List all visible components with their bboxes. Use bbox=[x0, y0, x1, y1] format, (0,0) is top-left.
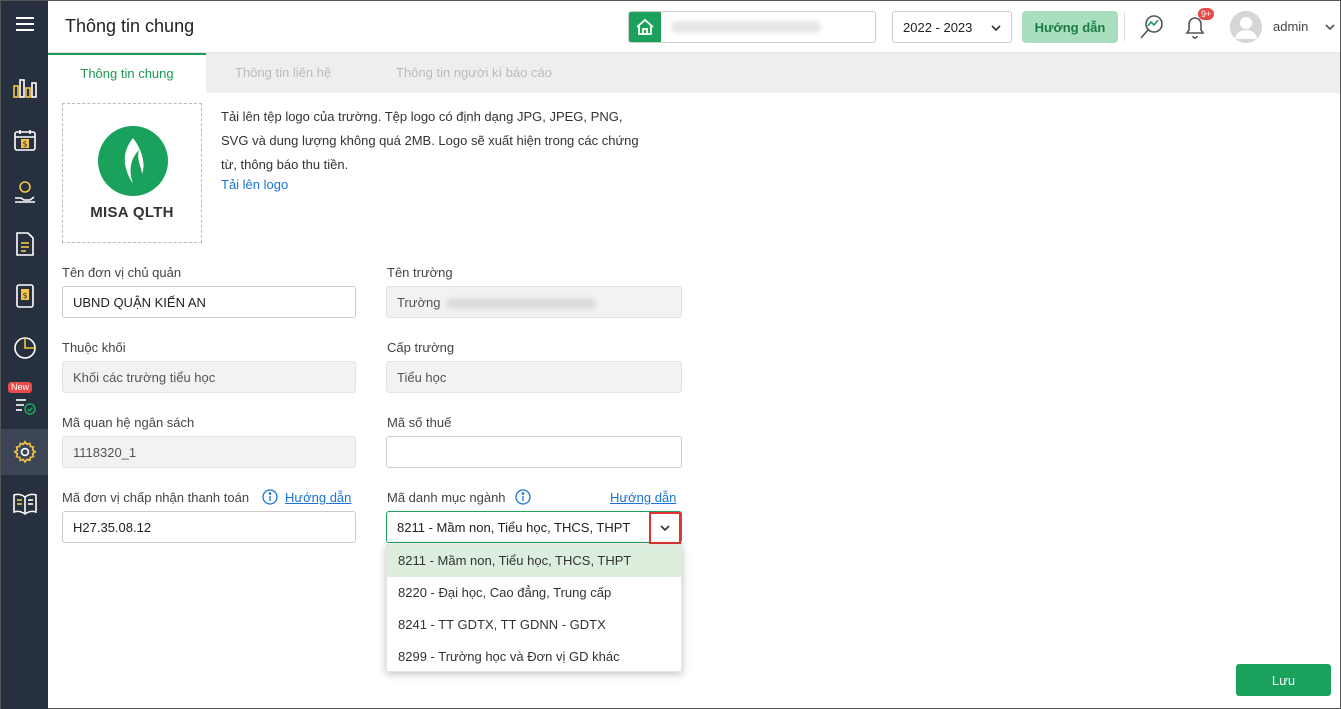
sidebar-item-new-feature[interactable]: New bbox=[1, 377, 48, 423]
checklist-new-icon bbox=[15, 399, 36, 415]
chevron-down-icon bbox=[660, 525, 670, 532]
upload-logo-link[interactable]: Tải lên logo bbox=[221, 177, 288, 192]
sidebar-item-documents[interactable] bbox=[1, 221, 48, 267]
chevron-down-icon bbox=[991, 25, 1001, 32]
info-icon[interactable] bbox=[262, 489, 278, 505]
notification-badge: 9+ bbox=[1198, 8, 1215, 20]
ten-truong-value: Trường bbox=[397, 295, 441, 310]
sidebar-item-dashboard[interactable] bbox=[1, 65, 48, 111]
info-icon[interactable] bbox=[515, 489, 531, 505]
label-ma-danh-muc-nganh: Mã danh mục ngành bbox=[387, 490, 506, 505]
dropdown-option[interactable]: 8241 - TT GDTX, TT GDNN - GDTX bbox=[387, 609, 681, 641]
tab-bar: Thông tin chung Thông tin liên hệ Thông … bbox=[48, 53, 1340, 93]
school-name-blurred bbox=[671, 21, 821, 33]
dropdown-option[interactable]: 8220 - Đại học, Cao đẳng, Trung cấp bbox=[387, 577, 681, 609]
sidebar-item-settings[interactable] bbox=[1, 429, 48, 475]
label-don-vi-chu-quan: Tên đơn vị chủ quản bbox=[62, 265, 182, 280]
svg-text:$: $ bbox=[22, 291, 27, 300]
misa-logo-image bbox=[98, 126, 168, 196]
dropdown-toggle-button[interactable] bbox=[649, 512, 681, 544]
money-hand-icon bbox=[14, 181, 35, 203]
document-icon bbox=[15, 232, 34, 256]
ma-quan-he-ngan-sach-input: 1118320_1 bbox=[62, 436, 356, 468]
gear-icon bbox=[12, 440, 37, 464]
ma-danh-muc-nganh-select[interactable]: 8211 - Mầm non, Tiểu học, THCS, THPT bbox=[386, 511, 682, 543]
sidebar-item-reports[interactable] bbox=[1, 325, 48, 371]
top-header: Thông tin chung 2022 - 2023 Hướng dẫn 9+… bbox=[48, 1, 1340, 53]
analytics-search-icon[interactable] bbox=[1138, 13, 1166, 41]
hamburger-icon bbox=[15, 17, 34, 31]
payment-guide-link[interactable]: Hướng dẫn bbox=[285, 490, 351, 505]
ma-don-vi-thanh-toan-input[interactable]: H27.35.08.12 bbox=[62, 511, 356, 543]
dropdown-option[interactable]: 8211 - Mầm non, Tiểu học, THCS, THPT bbox=[387, 545, 681, 577]
label-cap-truong: Cấp trường bbox=[387, 340, 455, 355]
sidebar-item-collections[interactable] bbox=[1, 169, 48, 215]
logo-description: Tải lên tệp logo của trường. Tệp logo có… bbox=[221, 109, 639, 172]
avatar[interactable] bbox=[1230, 11, 1262, 43]
logo-brand-text: MISA QLTH bbox=[90, 204, 174, 221]
header-divider bbox=[1124, 13, 1125, 41]
ten-truong-input: Trường bbox=[386, 286, 682, 318]
chart-bars-icon bbox=[12, 79, 37, 98]
cap-truong-input: Tiểu học bbox=[386, 361, 682, 393]
school-home-icon bbox=[629, 12, 661, 42]
label-ma-so-thue: Mã số thuế bbox=[387, 415, 452, 430]
pie-chart-icon bbox=[13, 337, 36, 359]
guide-button[interactable]: Hướng dẫn bbox=[1022, 11, 1118, 43]
new-badge: New bbox=[8, 382, 33, 393]
label-ten-truong: Tên trường bbox=[387, 265, 453, 280]
ma-so-thue-input[interactable] bbox=[386, 436, 682, 468]
menu-toggle-button[interactable] bbox=[1, 1, 48, 47]
page-title: Thông tin chung bbox=[65, 16, 195, 36]
sidebar-item-fees[interactable]: $ bbox=[1, 117, 48, 163]
dropdown-option[interactable]: 8299 - Trường học và Đơn vị GD khác bbox=[387, 641, 681, 673]
industry-dropdown-list: 8211 - Mầm non, Tiểu học, THCS, THPT 822… bbox=[386, 544, 682, 672]
money-book-icon: $ bbox=[15, 284, 34, 308]
label-thuoc-khoi: Thuộc khối bbox=[62, 340, 126, 355]
book-open-icon bbox=[12, 493, 37, 515]
tab-contact-info[interactable]: Thông tin liên hệ bbox=[235, 53, 331, 93]
sidebar-item-ledger[interactable]: $ bbox=[1, 273, 48, 319]
tab-report-signer-info[interactable]: Thông tin người kí báo cáo bbox=[396, 53, 552, 93]
school-year-select[interactable]: 2022 - 2023 bbox=[892, 11, 1012, 43]
chevron-down-icon[interactable] bbox=[1324, 21, 1336, 33]
industry-guide-link[interactable]: Hướng dẫn bbox=[610, 490, 676, 505]
sidebar-item-help[interactable] bbox=[1, 481, 48, 527]
school-year-value: 2022 - 2023 bbox=[903, 20, 973, 35]
ten-truong-blurred bbox=[446, 298, 597, 310]
calendar-money-icon: $ bbox=[13, 130, 36, 151]
label-ma-don-vi-thanh-toan: Mã đơn vị chấp nhận thanh toán bbox=[62, 490, 250, 505]
label-ma-quan-he-ngan-sach: Mã quan hệ ngân sách bbox=[62, 415, 195, 430]
username[interactable]: admin bbox=[1273, 19, 1308, 34]
school-selector[interactable] bbox=[628, 11, 876, 43]
thuoc-khoi-input: Khối các trường tiểu học bbox=[62, 361, 356, 393]
sidebar: $ $ New bbox=[1, 1, 48, 709]
save-button[interactable]: Lưu bbox=[1236, 664, 1331, 696]
don-vi-chu-quan-input[interactable]: UBND QUẬN KIẾN AN bbox=[62, 286, 356, 318]
svg-text:$: $ bbox=[22, 140, 27, 149]
logo-preview[interactable]: MISA QLTH bbox=[62, 103, 202, 243]
tab-general-info[interactable]: Thông tin chung bbox=[48, 53, 206, 93]
